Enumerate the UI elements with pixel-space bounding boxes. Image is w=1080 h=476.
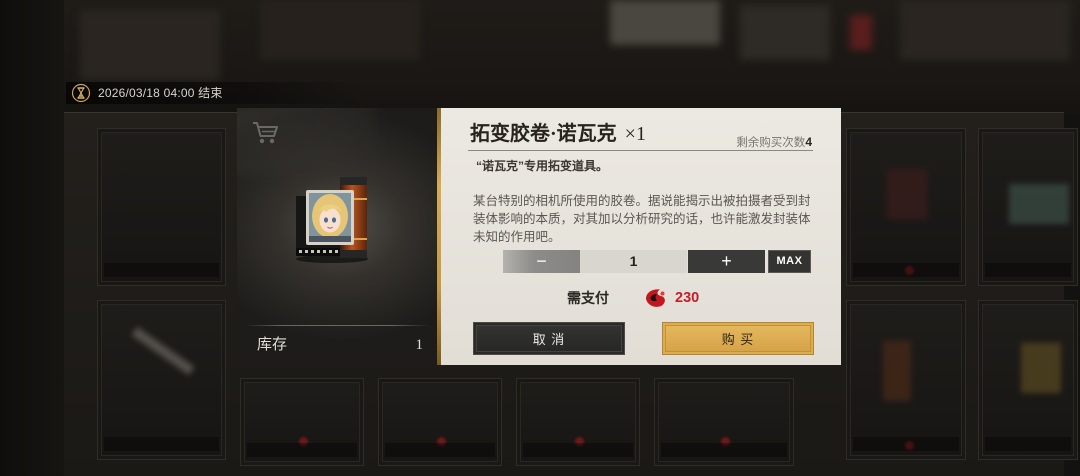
- purchase-dialog: 拓变胶卷·诺瓦克 ×1 剩余购买次数4 “诺瓦克”专用拓变道具。 某台特别的相机所…: [441, 108, 841, 365]
- background-item-art: [131, 326, 195, 376]
- remaining-purchases: 剩余购买次数4: [736, 134, 812, 151]
- hourglass-icon: [71, 83, 91, 103]
- background-card-price-bar: [247, 443, 357, 457]
- film-roll-item-image: [292, 170, 372, 265]
- background-shelf: [900, 0, 1070, 60]
- background-shop-card: [978, 128, 1078, 286]
- description-line: 装体影响的本质，对其加以分析研究的话，也许能激发封装体: [473, 212, 811, 226]
- quantity-increase-button[interactable]: +: [688, 250, 765, 273]
- remaining-purchases-label: 剩余购买次数: [736, 137, 806, 149]
- background-card-price-bar: [853, 263, 959, 277]
- background-card-price-bar: [985, 437, 1071, 451]
- background-shop-card: [240, 378, 364, 466]
- background-card-price-bar: [385, 443, 495, 457]
- background-card-price-bar: [523, 443, 633, 457]
- background-item-art: [1009, 184, 1069, 224]
- item-subtitle: “诺瓦克”专用拓变道具。: [476, 159, 609, 173]
- background-shop-card: [378, 378, 502, 466]
- description-line: 未知的作用吧。: [473, 230, 561, 244]
- cost-value: 230: [675, 290, 700, 306]
- cancel-button[interactable]: 取 消: [473, 322, 625, 355]
- background-shop-card: [516, 378, 640, 466]
- background-edge: [0, 0, 64, 476]
- background-shop-card: [97, 300, 226, 460]
- title-divider: [468, 150, 813, 151]
- item-name: 拓变胶卷·诺瓦克: [470, 123, 617, 145]
- item-preview-panel: 库存 1: [237, 108, 437, 365]
- background-card-price-bar: [853, 437, 959, 451]
- background-card-price-bar: [104, 263, 219, 277]
- background-item-art: [887, 169, 927, 219]
- background-window: [610, 0, 720, 45]
- background-shelf: [740, 5, 830, 60]
- game-shop-screen: 2026/03/18 04:00 结束 库存 1 拓变胶卷·诺瓦克 ×1 剩余购…: [0, 0, 1080, 476]
- stock-label: 库存: [257, 337, 288, 353]
- background-card-price-bar: [104, 437, 219, 451]
- background-item-art: [883, 341, 911, 401]
- event-end-time: 2026/03/18 04:00 结束: [98, 86, 223, 100]
- item-title: 拓变胶卷·诺瓦克 ×1: [470, 121, 646, 147]
- buy-button[interactable]: 购 买: [662, 322, 814, 355]
- cost-label: 需支付: [567, 290, 609, 306]
- background-card-price-bar: [661, 443, 787, 457]
- quantity-decrease-button[interactable]: −: [503, 250, 580, 273]
- remaining-purchases-value: 4: [805, 135, 812, 149]
- shopping-cart-icon: [251, 120, 281, 146]
- background-shop-card: [846, 300, 966, 460]
- background-ornament: [850, 15, 872, 50]
- quantity-value: 1: [580, 250, 687, 273]
- background-shop-card: [97, 128, 226, 286]
- stock-divider: [245, 325, 429, 326]
- background-shelf: [80, 10, 220, 80]
- quantity-max-button[interactable]: MAX: [768, 250, 811, 273]
- red-mask-currency-icon: [644, 287, 668, 309]
- stock-value: 1: [415, 337, 424, 353]
- background-shop-card: [978, 300, 1078, 460]
- background-item-art: [1021, 343, 1061, 393]
- item-description: 某台特别的相机所使用的胶卷。据说能揭示出被拍摄者受到封 装体影响的本质，对其加以…: [473, 192, 818, 246]
- background-shelf: [260, 0, 420, 60]
- description-line: 某台特别的相机所使用的胶卷。据说能揭示出被拍摄者受到封: [473, 194, 811, 208]
- background-shop-card: [654, 378, 794, 466]
- item-quantity-badge: ×1: [624, 123, 646, 145]
- background-shop-card: [846, 128, 966, 286]
- background-card-price-bar: [985, 263, 1071, 277]
